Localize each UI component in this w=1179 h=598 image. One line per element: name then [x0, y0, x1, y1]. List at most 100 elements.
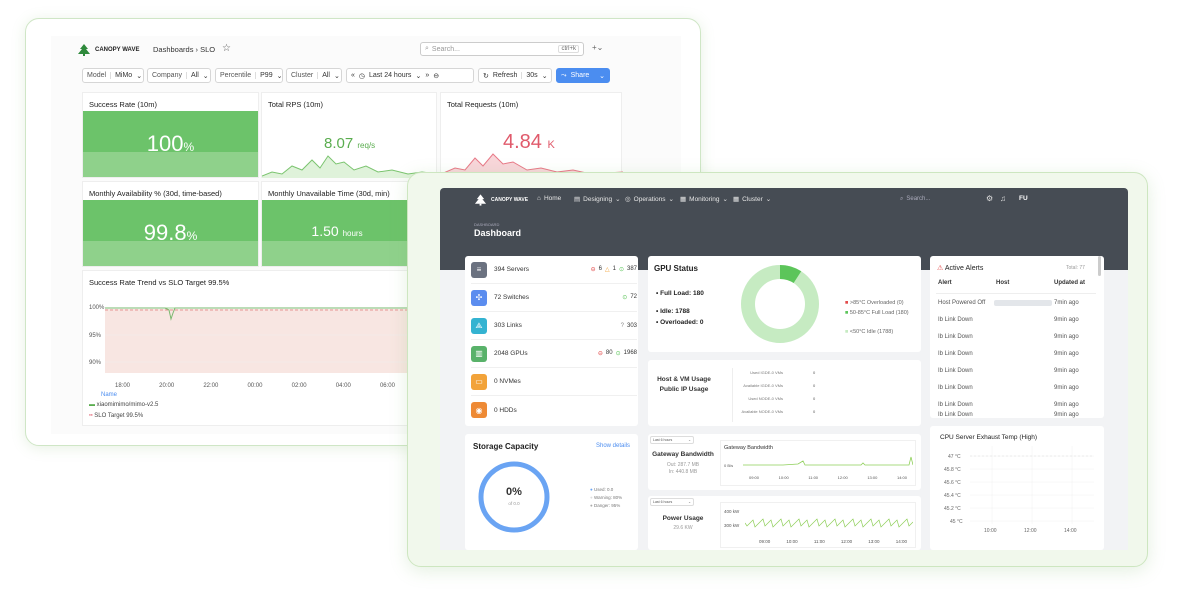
alert-name: Ib Link Down	[938, 401, 973, 408]
nav-home[interactable]: ⌂ Home	[537, 195, 561, 202]
search-icon: ⌕	[900, 195, 904, 202]
summary-row-nvmes[interactable]: ▭ 0 NVMes	[471, 368, 637, 396]
panel-monthly-unavailable[interactable]: Monthly Unavailable Time (30d, min) 1.50…	[261, 181, 412, 267]
x-tick: 20:00	[159, 383, 175, 389]
panel-total-requests[interactable]: Total Requests (10m) 4.84 K	[440, 92, 623, 178]
refresh-button[interactable]: ↻ Refresh 30s ⌄	[478, 68, 552, 83]
ok-icon: ⊙	[615, 351, 621, 357]
link-icon: ⟁	[471, 317, 487, 334]
nav-label: Operations	[633, 195, 666, 203]
search-input[interactable]: ⌕ Search...	[900, 193, 976, 205]
breadcrumb[interactable]: DASHBOARD	[474, 222, 499, 227]
time-range-value: Last 24 hours	[369, 72, 412, 79]
filter-percentile[interactable]: Percentile P99 ⌄	[215, 68, 283, 83]
star-icon[interactable]: ☆	[222, 43, 231, 54]
bar-label: Used NODE-0 VMs	[748, 396, 783, 401]
add-icon[interactable]: +⌄	[592, 43, 603, 52]
alert-row[interactable]: Ib Link Down 9min ago	[936, 379, 1096, 396]
gpu-donut-chart[interactable]	[738, 262, 822, 346]
scrollbar[interactable]	[1098, 256, 1101, 276]
alerts-table-header: Alert Host Updated at	[936, 280, 1096, 294]
summary-label: 0 NVMes	[494, 378, 521, 385]
filter-cluster[interactable]: Cluster All ⌄	[286, 68, 342, 83]
switch-status: ⊙ 72	[622, 294, 637, 301]
alert-name: Ib Link Down	[938, 333, 973, 340]
ok-icon: ⊙	[622, 295, 628, 301]
alert-name: Ib Link Down	[938, 384, 973, 391]
gateway-line	[743, 456, 913, 466]
legend-item[interactable]: ╍ SLO Target 99.5%	[89, 412, 143, 419]
gpu-overloaded: • Overloaded: 0	[656, 319, 704, 326]
chevron-down-icon[interactable]: ⌄	[599, 72, 605, 80]
x-tick: 12:00	[840, 539, 853, 544]
chevron-down-icon: ⌄	[276, 72, 283, 80]
panel-monthly-availability[interactable]: Monthly Availability % (30d, time-based)…	[82, 181, 259, 267]
step-back-icon[interactable]: «	[351, 72, 355, 79]
settings-icon[interactable]: ⚙	[986, 194, 993, 203]
time-range-select[interactable]: Last 6 hours ⌄	[650, 436, 694, 444]
panel-success-rate[interactable]: Success Rate (10m) 100%	[82, 92, 259, 178]
alert-row[interactable]: Ib Link Down 9min ago	[936, 311, 1096, 328]
show-details-link[interactable]: Show details	[596, 443, 630, 449]
alert-row[interactable]: Ib Link Down 9min ago	[936, 328, 1096, 345]
legend-header[interactable]: Name	[101, 392, 117, 398]
operations-icon: ◎	[625, 196, 631, 203]
brand-logo[interactable]: CANOPY WAVE	[474, 194, 528, 206]
alert-row[interactable]: Ib Link Down 9min ago	[936, 362, 1096, 379]
hdd-icon: ◉	[471, 402, 487, 418]
summary-row-hdds[interactable]: ◉ 0 HDDs	[471, 396, 637, 424]
card-title: ⚠ Active Alerts	[937, 264, 983, 272]
brand-logo[interactable]: CANOPY WAVE	[77, 44, 139, 56]
legend-label: SLO Target 99.5%	[94, 413, 144, 419]
filter-company[interactable]: Company All ⌄	[147, 68, 211, 83]
column-header[interactable]: Updated at	[1054, 280, 1085, 286]
search-input[interactable]: ⌕ Search... ctrl+k	[420, 42, 584, 56]
card-title: GPU Status	[654, 264, 699, 273]
alert-updated: 9min ago	[1054, 333, 1079, 340]
stat-label: Full Load:	[660, 290, 692, 297]
y-tick: 45.6 °C	[944, 480, 961, 486]
column-header[interactable]: Alert	[938, 280, 952, 286]
panel-total-rps[interactable]: Total RPS (10m) 8.07 req/s	[261, 92, 438, 178]
time-range-picker[interactable]: «◷ Last 24 hours ⌄» ⊖	[346, 68, 474, 83]
title-line: Host & VM Usage	[657, 376, 711, 383]
summary-row-links[interactable]: ⟁ 303 Links ? 303	[471, 312, 637, 340]
panel-success-trend[interactable]: Success Rate Trend vs SLO Target 99.5% 1…	[82, 270, 413, 426]
zoom-out-icon[interactable]: ⊖	[433, 72, 439, 80]
y-tick: 47 °C	[948, 454, 961, 460]
title-line: Public IP Usage	[659, 386, 709, 393]
summary-row-gpus[interactable]: ▥ 2048 GPUs ⊖ 80 ⊙ 1968	[471, 340, 637, 368]
share-button[interactable]: ⤳ Share ⌄	[556, 68, 610, 83]
nav-operations[interactable]: ◎ Operations ⌄	[625, 195, 674, 204]
nav-label: Cluster	[742, 195, 763, 203]
stat-background: 1.50 hours	[262, 200, 412, 266]
error-count: 6	[598, 266, 602, 272]
time-range-select[interactable]: Last 6 hours ⌄	[650, 498, 694, 506]
summary-label: 0 HDDs	[494, 406, 517, 414]
bar-value: 0	[813, 383, 816, 388]
bell-icon[interactable]: ♫	[1000, 194, 1006, 203]
summary-row-servers[interactable]: ≡ 394 Servers ⊖ 6 △ 1 ⊙ 387	[471, 256, 637, 284]
gpu-inventory-status: ⊖ 80 ⊙ 1968	[598, 350, 637, 357]
stat-label: Overloaded:	[660, 319, 699, 326]
nav-monitoring[interactable]: ▦ Monitoring ⌄	[680, 195, 728, 204]
breadcrumb[interactable]: Dashboards › SLO	[153, 45, 215, 54]
alert-row[interactable]: Ib Link Down 9min ago	[936, 411, 1096, 419]
refresh-interval[interactable]: 30s	[521, 72, 538, 79]
gpu-legend-item: ■ <50°C Idle (1788)	[845, 329, 894, 335]
summary-row-switches[interactable]: ✣ 72 Switches ⊙ 72	[471, 284, 637, 312]
step-forward-icon[interactable]: »	[425, 72, 429, 79]
legend-item[interactable]: ▬ xiaomimimo/mimo-v2.5	[89, 402, 158, 408]
nav-designing[interactable]: ▤ Designing ⌄	[574, 195, 621, 204]
alert-icon: ⚠	[937, 265, 944, 272]
filter-model[interactable]: Model MiMo ⌄	[82, 68, 144, 83]
user-avatar[interactable]: FU	[1019, 195, 1028, 202]
x-tick: 04:00	[335, 383, 351, 389]
nav-cluster[interactable]: ▦ Cluster ⌄	[733, 195, 771, 204]
alert-row[interactable]: Ib Link Down 9min ago	[936, 345, 1096, 362]
column-header[interactable]: Host	[996, 280, 1009, 286]
chevron-down-icon: ⌄	[722, 196, 728, 203]
alert-row[interactable]: Host Powered Off 7min ago	[936, 294, 1096, 311]
stat-unit: %	[186, 229, 198, 243]
stat-unit: hours	[342, 229, 363, 238]
